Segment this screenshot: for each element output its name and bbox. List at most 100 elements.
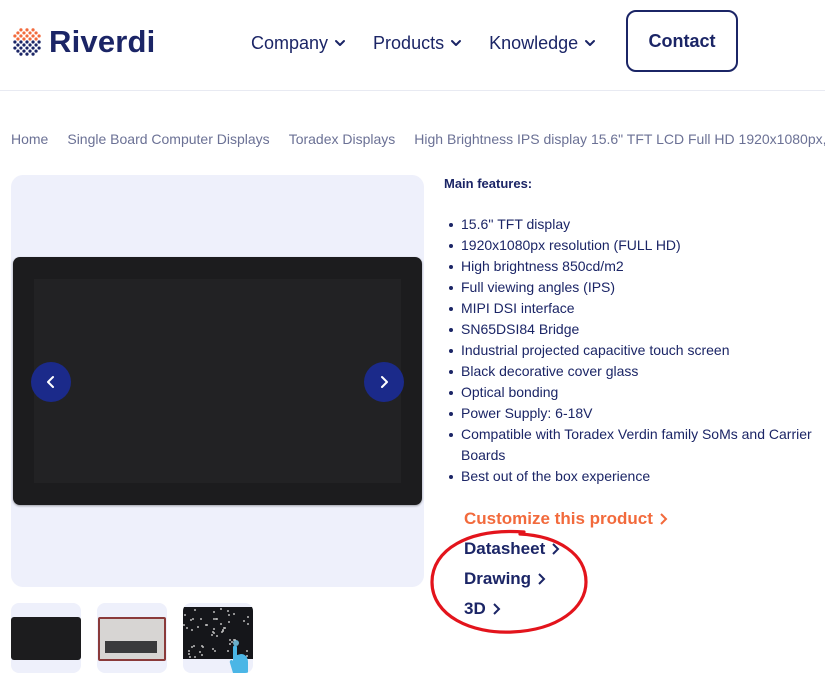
logo-dot <box>22 49 26 53</box>
logo-dot <box>31 28 35 32</box>
logo-dot <box>19 46 23 50</box>
contact-button[interactable]: Contact <box>626 10 738 72</box>
star-dot <box>228 614 230 616</box>
feature-item: Full viewing angles (IPS) <box>444 277 825 298</box>
logo-dot <box>37 40 41 44</box>
logo-dot <box>13 40 17 44</box>
star-dot <box>247 616 249 618</box>
drawing-label: Drawing <box>464 569 532 588</box>
star-dot <box>191 646 193 648</box>
logo-dot <box>34 31 38 35</box>
star-dot <box>183 624 185 626</box>
logo-dot <box>16 49 20 53</box>
star-dot <box>224 627 226 629</box>
thumbnail-front-image <box>11 617 81 660</box>
datasheet-label: Datasheet <box>464 539 546 558</box>
star-dot <box>186 627 188 629</box>
logo-dot <box>19 34 23 38</box>
logo-dot <box>25 40 29 44</box>
star-dot <box>188 653 190 655</box>
star-dot <box>214 650 216 652</box>
feature-item: 15.6'' TFT display <box>444 214 825 235</box>
breadcrumb-toradex-displays[interactable]: Toradex Displays <box>289 131 396 147</box>
nav-company-label: Company <box>251 32 329 53</box>
logo-dot <box>13 34 17 38</box>
display-screen-area <box>34 279 401 483</box>
chevron-left-icon <box>47 376 54 388</box>
star-dot <box>188 650 190 652</box>
breadcrumb-sbc-displays[interactable]: Single Board Computer Displays <box>67 131 269 147</box>
3d-model-link[interactable]: 3D <box>464 599 501 619</box>
logo-dot <box>37 46 41 50</box>
logo-dot <box>34 37 38 41</box>
thumbnail-touch[interactable] <box>183 603 253 673</box>
chevron-right-icon <box>381 376 388 388</box>
customize-product-label: Customize this product <box>464 509 653 528</box>
star-dot <box>193 645 195 647</box>
logo-dot <box>31 40 35 44</box>
site-header: Riverdi Company Products Knowledge Conta… <box>0 0 825 91</box>
star-dot <box>205 624 207 626</box>
logo-dot <box>28 31 32 35</box>
logo-dot <box>22 43 26 47</box>
feature-item: 1920x1080px resolution (FULL HD) <box>444 235 825 256</box>
riverdi-logo[interactable]: Riverdi <box>10 25 156 59</box>
nav-knowledge-label: Knowledge <box>489 32 579 53</box>
logo-dot <box>19 40 23 44</box>
thumbnail-front[interactable] <box>11 603 81 673</box>
star-dot <box>243 620 245 622</box>
star-dot <box>192 618 194 620</box>
star-dot <box>191 629 193 631</box>
gallery-prev-button[interactable] <box>31 362 71 402</box>
logo-mark-icon <box>13 28 41 56</box>
logo-dot <box>16 31 20 35</box>
logo-dot <box>31 46 35 50</box>
star-dot <box>197 626 199 628</box>
star-dot <box>213 628 215 630</box>
star-dot <box>216 635 218 637</box>
star-dot <box>247 623 249 625</box>
feature-item: Best out of the box experience <box>444 466 825 487</box>
logo-dot <box>34 43 38 47</box>
thumbnail-back-board <box>105 641 157 653</box>
star-dot <box>194 609 196 611</box>
breadcrumb: Home Single Board Computer Displays Tora… <box>11 131 825 147</box>
logo-dot <box>25 46 29 50</box>
star-dot <box>201 645 203 647</box>
logo-dot <box>25 34 29 38</box>
customize-product-link[interactable]: Customize this product <box>464 509 668 529</box>
logo-dot <box>16 37 20 41</box>
chevron-down-icon <box>335 40 346 46</box>
star-dot <box>200 618 202 620</box>
star-dot <box>211 634 213 636</box>
logo-dot <box>28 37 32 41</box>
nav-knowledge[interactable]: Knowledge <box>489 30 596 56</box>
breadcrumb-home[interactable]: Home <box>11 131 48 147</box>
chevron-right-icon <box>660 513 668 525</box>
datasheet-link[interactable]: Datasheet <box>464 539 560 559</box>
star-dot <box>184 614 186 616</box>
star-dot <box>189 656 191 658</box>
star-dot <box>220 608 222 610</box>
chevron-right-icon <box>493 603 501 615</box>
feature-item: High brightness 850cd/m2 <box>444 256 825 277</box>
star-dot <box>201 654 203 656</box>
logo-dot <box>34 49 38 53</box>
nav-company[interactable]: Company <box>251 30 346 56</box>
feature-list: 15.6'' TFT display 1920x1080px resolutio… <box>444 214 825 487</box>
logo-dot <box>19 52 23 56</box>
thumbnail-back[interactable] <box>97 603 167 673</box>
feature-item: SN65DSI84 Bridge <box>444 319 825 340</box>
star-dot <box>212 631 214 633</box>
nav-products[interactable]: Products <box>373 30 462 56</box>
star-dot <box>220 623 222 625</box>
star-dot <box>199 651 201 653</box>
logo-dot <box>25 52 29 56</box>
gallery-next-button[interactable] <box>364 362 404 402</box>
feature-item: Black decorative cover glass <box>444 361 825 382</box>
logo-dot <box>28 49 32 53</box>
logo-dot <box>31 52 35 56</box>
star-dot <box>213 611 215 613</box>
drawing-link[interactable]: Drawing <box>464 569 546 589</box>
main-features: Main features: 15.6'' TFT display 1920x1… <box>444 176 825 487</box>
